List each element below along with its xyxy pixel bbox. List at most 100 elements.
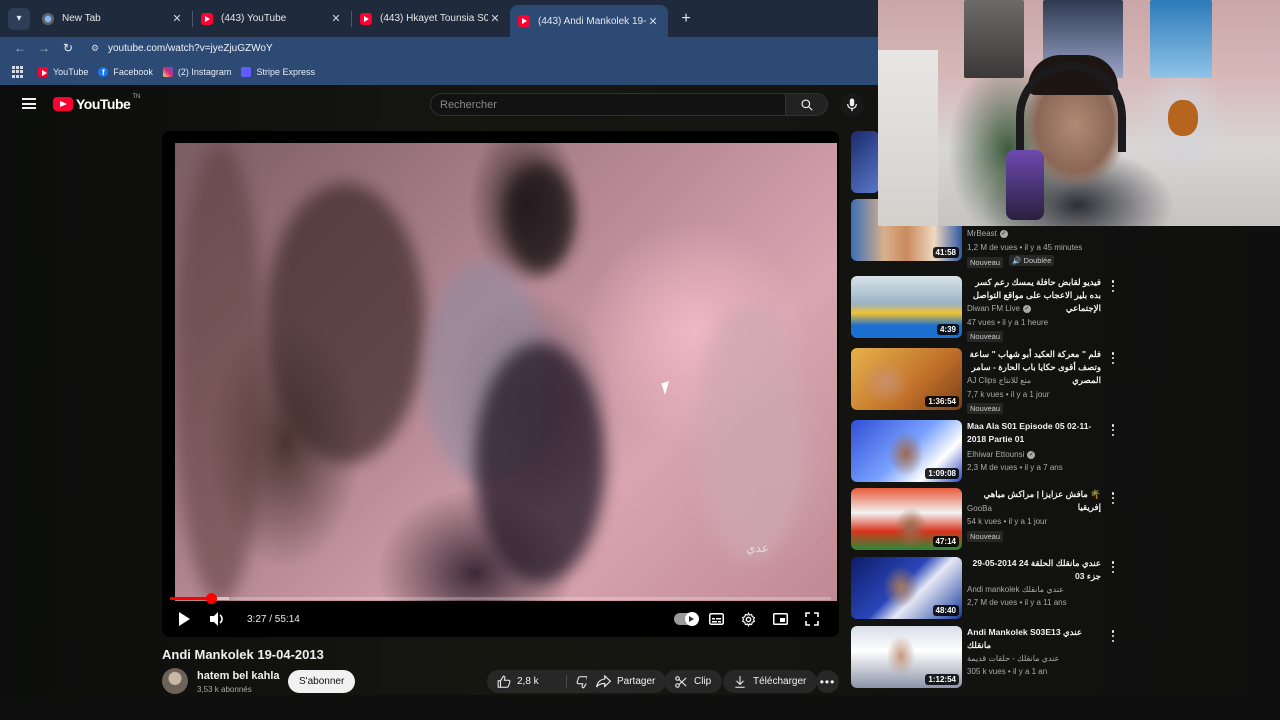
recommendation-item[interactable]: 1:12:54 Andi Mankolek S03E13 عندي مانقلك… (851, 626, 1121, 690)
channel-name[interactable]: عندي مانقلك - حلقات قديمة (967, 654, 1059, 663)
video-meta: 47 vues • il y a 1 heure (967, 318, 1049, 327)
reload-button[interactable]: ↻ (56, 41, 80, 55)
play-button[interactable] (173, 608, 195, 630)
menu-icon[interactable] (22, 98, 36, 109)
recommendation-item[interactable]: 1:36:54 فلم " معركة العكيد أبو شهاب " سا… (851, 348, 1121, 414)
video-thumbnail[interactable]: 4:39 (851, 276, 962, 338)
channel-name[interactable]: MrBeast ✓ (967, 229, 1008, 238)
tab-title: (443) Hkayet Tounsia S01 Episo (380, 13, 488, 24)
channel-name[interactable]: GooBa (967, 504, 992, 513)
video-player[interactable]: عدي 3:27 / 55:14 (162, 131, 839, 637)
tab-title: (443) YouTube (221, 13, 287, 24)
fullscreen-button[interactable] (801, 608, 823, 630)
thumbs-up-icon (497, 675, 511, 688)
video-thumbnail[interactable]: 48:40 (851, 557, 962, 619)
video-frame[interactable]: عدي (175, 143, 837, 601)
verified-icon: ✓ (999, 229, 1008, 238)
video-title[interactable]: عندي مانقلك الحلقة 24 2014-05-29 جزء 03 (967, 557, 1101, 583)
download-button[interactable]: Télécharger (723, 670, 818, 693)
divider (566, 675, 567, 688)
share-button[interactable]: Partager (586, 670, 667, 693)
address-bar[interactable]: ⚙ youtube.com/watch?v=jyeZjuGZWoY (88, 38, 273, 58)
duration-badge: 1:36:54 (925, 396, 959, 407)
duration-badge: 1:12:54 (925, 674, 959, 685)
search-input[interactable] (440, 98, 785, 111)
bookmark-label: Stripe Express (256, 67, 315, 77)
close-icon[interactable]: ✕ (329, 12, 343, 25)
video-thumbnail[interactable]: 1:09:08 (851, 420, 962, 482)
more-vertical-icon[interactable] (1109, 424, 1117, 436)
browser-tab-youtube[interactable]: (443) YouTube ✕ (193, 4, 351, 34)
subscribe-button[interactable]: S'abonner (288, 670, 356, 693)
facebook-icon: f (98, 67, 109, 77)
bookmark-label: (2) Instagram (177, 67, 232, 77)
channel-name[interactable]: Andi mankolek عندي مانقلك (967, 585, 1064, 594)
youtube-masthead: YouTube TN (0, 85, 878, 125)
time-display: 3:27 / 55:14 (247, 614, 300, 625)
forward-button[interactable]: → (32, 41, 56, 55)
clip-button[interactable]: Clip (664, 670, 723, 693)
duration-badge: 48:40 (932, 605, 959, 616)
more-vertical-icon[interactable] (1109, 561, 1117, 573)
video-thumbnail[interactable]: 47:14 (851, 488, 962, 550)
miniplayer-button[interactable] (769, 608, 791, 630)
video-thumbnail[interactable]: 1:36:54 (851, 348, 962, 410)
close-icon[interactable]: ✕ (646, 15, 660, 28)
bookmark-stripe[interactable]: Stripe Express (241, 67, 315, 77)
gear-icon (741, 611, 755, 627)
close-icon[interactable]: ✕ (170, 12, 184, 25)
more-vertical-icon[interactable] (1109, 280, 1117, 292)
bookmark-facebook[interactable]: f Facebook (98, 67, 153, 77)
volume-button[interactable] (207, 608, 229, 630)
video-blur-figure (505, 163, 575, 273)
bookmark-instagram[interactable]: (2) Instagram (162, 67, 232, 77)
tab-search-button[interactable]: ▾ (8, 7, 30, 30)
new-badge: Nouveau (967, 257, 1004, 268)
more-actions-button[interactable]: ••• (816, 670, 839, 693)
arrow-right-icon: → (38, 41, 50, 55)
channel-name[interactable]: AJ Clips منع للانتاج (967, 376, 1031, 385)
player-controls: 3:27 / 55:14 (162, 601, 839, 637)
back-button[interactable]: ← (8, 41, 32, 55)
channel-name[interactable]: Diwan FM Live ✓ (967, 304, 1031, 313)
progress-bar[interactable] (170, 593, 831, 604)
youtube-icon (38, 67, 48, 77)
video-thumbnail[interactable] (851, 131, 879, 193)
browser-tab-hkayet[interactable]: (443) Hkayet Tounsia S01 Episo ✕ (352, 4, 510, 34)
recommendation-item[interactable]: 48:40 عندي مانقلك الحلقة 24 2014-05-29 ج… (851, 557, 1121, 621)
browser-tab-andi-mankolek[interactable]: (443) Andi Mankolek 19-04-201 ✕ (510, 5, 668, 37)
more-vertical-icon[interactable] (1109, 352, 1117, 364)
channel-name[interactable]: Elhiwar Ettounsi ✓ (967, 450, 1036, 459)
channel-name[interactable]: hatem bel kahla (197, 670, 280, 682)
stripe-icon (241, 67, 252, 77)
download-label: Télécharger (753, 676, 807, 687)
site-settings-icon[interactable]: ⚙ (88, 41, 102, 55)
bookmark-youtube[interactable]: YouTube (38, 67, 88, 77)
youtube-logo[interactable]: YouTube TN (53, 94, 140, 112)
browser-tab-new-tab[interactable]: New Tab ✕ (34, 4, 192, 34)
more-vertical-icon[interactable] (1109, 630, 1117, 642)
search-button[interactable] (786, 93, 828, 116)
play-icon (689, 616, 694, 622)
recommendation-item[interactable]: 1:09:08 Maa Ala S01 Episode 05 02-11-201… (851, 420, 1121, 484)
tab-title: New Tab (62, 13, 101, 24)
miniplayer-icon (772, 613, 788, 625)
subtitles-button[interactable] (705, 608, 727, 630)
settings-button[interactable] (737, 608, 759, 630)
more-horizontal-icon: ••• (819, 674, 836, 689)
youtube-icon (201, 12, 213, 25)
video-title[interactable]: Maa Ala S01 Episode 05 02-11-2018 Partie… (967, 420, 1101, 446)
reload-icon: ↻ (62, 41, 74, 55)
like-button[interactable] (497, 675, 511, 689)
video-blur-figure (695, 303, 805, 563)
video-thumbnail[interactable]: 1:12:54 (851, 626, 962, 688)
channel-avatar[interactable] (162, 668, 188, 694)
recommendation-item[interactable]: 47:14 🌴 مافش عزايزا | مراكش مياهي إفريقي… (851, 488, 1121, 552)
video-title[interactable]: Andi Mankolek S03E13 عندي مانقلك (967, 626, 1101, 652)
autoplay-toggle[interactable] (674, 612, 699, 626)
close-icon[interactable]: ✕ (488, 12, 502, 25)
apps-grid-icon[interactable] (12, 66, 24, 78)
new-tab-button[interactable]: + (674, 7, 698, 31)
recommendation-item[interactable]: 4:39 فيديو لقابض حافلة يمسك رعم كسر بده … (851, 276, 1121, 342)
more-vertical-icon[interactable] (1109, 492, 1117, 504)
